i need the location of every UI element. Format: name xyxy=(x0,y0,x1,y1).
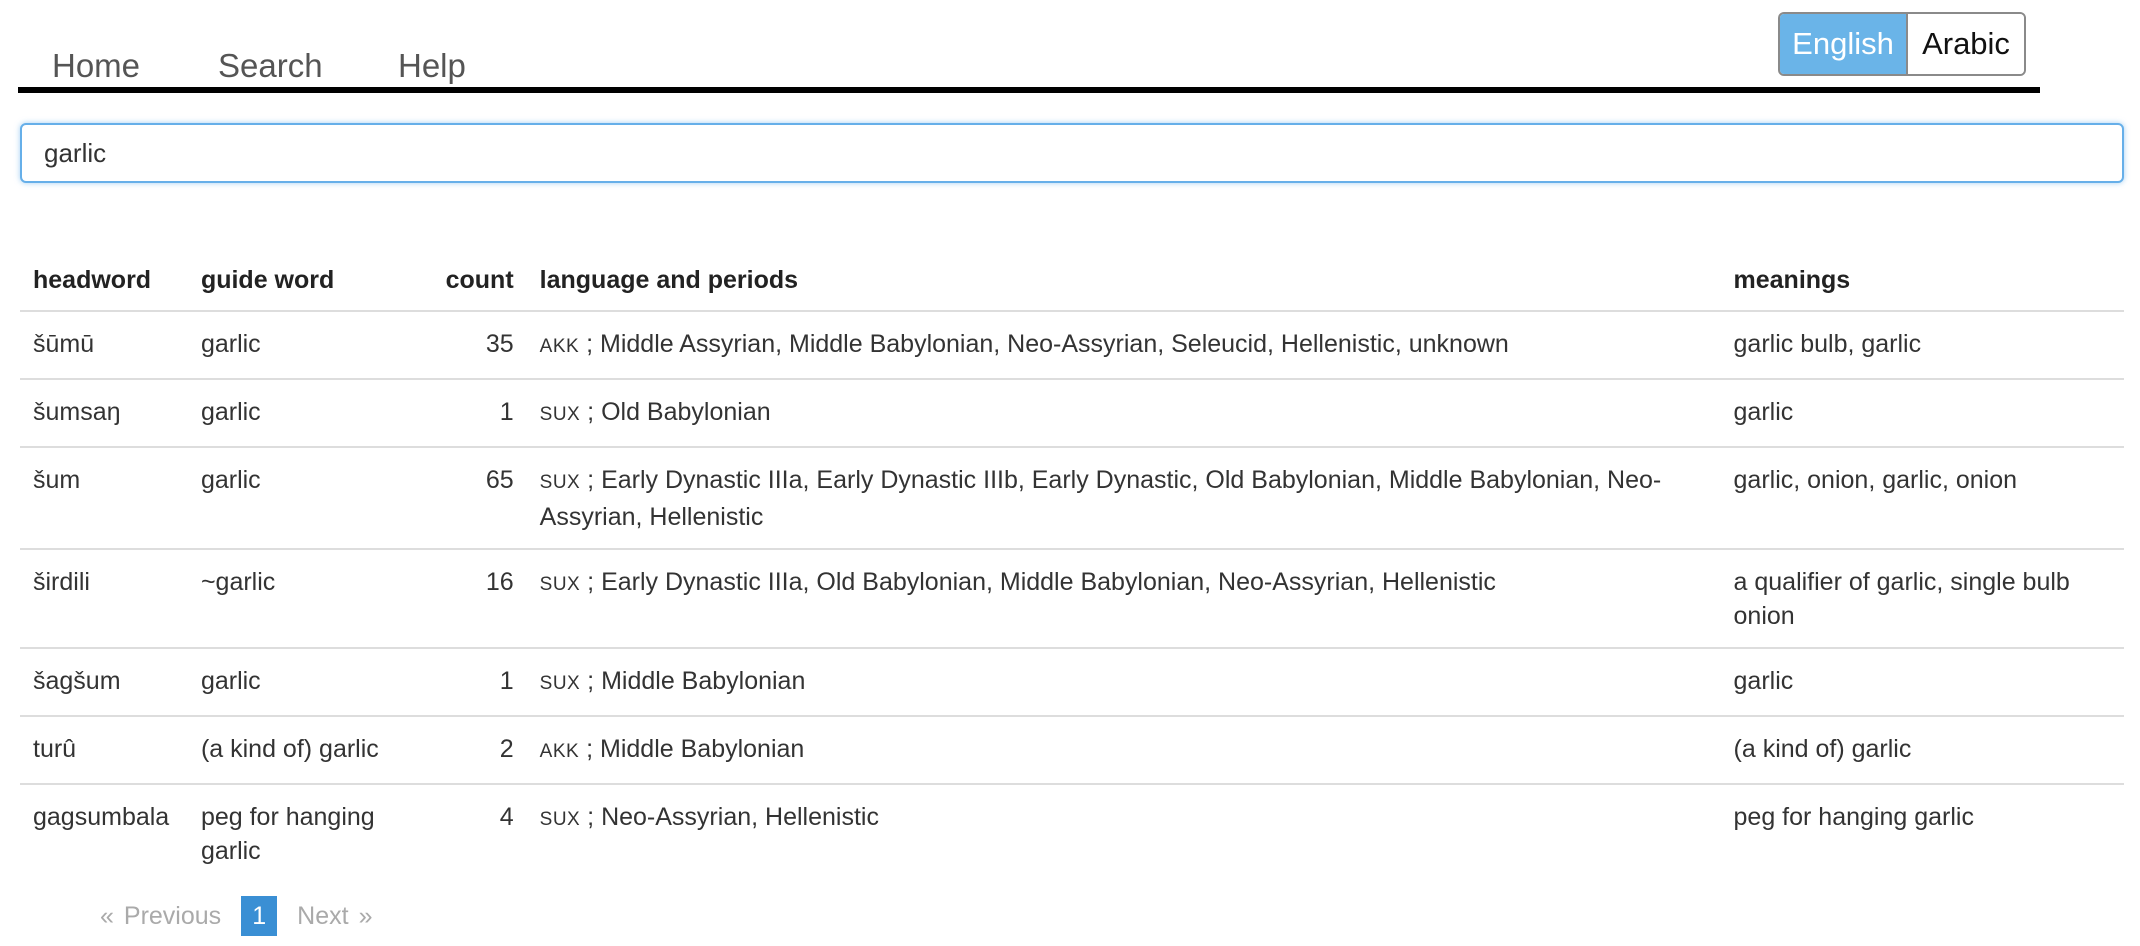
language-periods-cell: SUX ; Early Dynastic IIIa, Early Dynasti… xyxy=(526,447,1721,550)
meanings-cell: peg for hanging garlic xyxy=(1733,803,1974,831)
meanings-cell: (a kind of) garlic xyxy=(1720,716,2124,785)
nav-home-link[interactable]: Home xyxy=(52,46,140,86)
guide-word-cell: garlic xyxy=(187,648,429,717)
meanings-cell: garlic xyxy=(1720,648,2124,717)
language-code: AKK xyxy=(539,336,580,357)
table-row[interactable]: gagsumbala peg for hanging garlic 4 SUX … xyxy=(20,784,2124,882)
periods-text: ; Old Babylonian xyxy=(580,398,771,426)
english-button[interactable]: English xyxy=(1780,14,1908,74)
header-language-and-periods[interactable]: language and periods xyxy=(526,250,1721,312)
header-count[interactable]: count xyxy=(428,250,527,312)
guide-word-cell: (a kind of) garlic xyxy=(187,716,429,785)
next-page-button[interactable]: Next xyxy=(297,902,348,931)
previous-page-button[interactable]: Previous xyxy=(124,902,221,931)
headword-cell[interactable]: šūmū xyxy=(20,311,188,380)
next-arrow-icon: » xyxy=(358,901,373,930)
count-cell: 4 xyxy=(499,803,514,831)
meanings-cell: a qualifier of garlic, single bulb onion xyxy=(1720,549,2124,649)
meanings-cell: garlic, onion, garlic, onion xyxy=(1720,447,2124,550)
headword-cell[interactable]: širdili xyxy=(20,549,188,649)
language-periods-cell: SUX ; Neo-Assyrian, Hellenistic xyxy=(527,784,1721,882)
top-nav: Home Search Help xyxy=(18,0,2040,93)
language-periods-cell: AKK ; Middle Assyrian, Middle Babylonian… xyxy=(526,311,1721,380)
count-cell: 1 xyxy=(428,648,527,717)
count-cell: 16 xyxy=(428,549,527,649)
language-code: SUX xyxy=(539,809,581,830)
search-input[interactable] xyxy=(20,123,2124,183)
table-row[interactable]: šumsaŋ garlic 1 SUX ; Old Babylonian gar… xyxy=(20,379,2124,448)
periods-text: ; Middle Babylonian xyxy=(580,667,806,695)
language-code: SUX xyxy=(539,673,581,694)
language-code: SUX xyxy=(539,472,581,493)
guide-word-cell: peg for hanging garlic xyxy=(200,803,375,865)
count-cell: 2 xyxy=(428,716,527,785)
language-code: AKK xyxy=(539,741,580,762)
headword-cell[interactable]: turû xyxy=(20,716,188,785)
headword-cell[interactable]: gagsumbala xyxy=(20,784,188,882)
pagination: « Previous 1 Next » xyxy=(100,896,372,936)
count-cell: 65 xyxy=(428,447,527,550)
header-guide-word[interactable]: guide word xyxy=(187,250,429,312)
guide-word-cell: garlic xyxy=(187,447,429,550)
language-periods-cell: SUX ; Middle Babylonian xyxy=(526,648,1721,717)
headword-cell[interactable]: šumsaŋ xyxy=(20,379,188,448)
table-row[interactable]: šum garlic 65 SUX ; Early Dynastic IIIa,… xyxy=(20,447,2124,550)
headword-cell[interactable]: šagšum xyxy=(20,648,188,717)
meanings-cell: garlic xyxy=(1720,379,2124,448)
arabic-button[interactable]: Arabic xyxy=(1908,14,2024,74)
nav-search-link[interactable]: Search xyxy=(218,46,323,86)
guide-word-cell: garlic xyxy=(187,379,429,448)
periods-text: ; Early Dynastic IIIa, Old Babylonian, M… xyxy=(580,568,1496,596)
header-headword[interactable]: headword xyxy=(20,250,188,312)
language-periods-cell: SUX ; Early Dynastic IIIa, Old Babylonia… xyxy=(526,549,1721,649)
language-periods-cell: SUX ; Old Babylonian xyxy=(526,379,1721,448)
table-row[interactable]: turû (a kind of) garlic 2 AKK ; Middle B… xyxy=(20,716,2124,785)
periods-text: ; Middle Assyrian, Middle Babylonian, Ne… xyxy=(579,330,1509,358)
language-code: SUX xyxy=(539,404,581,425)
page: Home Search Help English Arabic headword… xyxy=(0,0,2140,946)
nav-help-link[interactable]: Help xyxy=(398,46,466,86)
meanings-cell: garlic bulb, garlic xyxy=(1720,311,2124,380)
headword-cell[interactable]: šum xyxy=(20,447,188,550)
table-row[interactable]: šūmū garlic 35 AKK ; Middle Assyrian, Mi… xyxy=(20,311,2124,380)
periods-text: ; Early Dynastic IIIa, Early Dynastic II… xyxy=(539,466,1662,531)
guide-word-cell: ~garlic xyxy=(187,549,429,649)
guide-word-cell: garlic xyxy=(187,311,429,380)
count-cell: 1 xyxy=(428,379,527,448)
header-meanings[interactable]: meanings xyxy=(1720,250,2124,312)
count-cell: 35 xyxy=(428,311,527,380)
periods-text: ; Neo-Assyrian, Hellenistic xyxy=(580,803,879,831)
periods-text: ; Middle Babylonian xyxy=(579,735,805,763)
results-table: headword guide word count language and p… xyxy=(20,250,2124,882)
previous-arrow-icon: « xyxy=(100,901,114,930)
table-row[interactable]: šagšum garlic 1 SUX ; Middle Babylonian … xyxy=(20,648,2124,717)
table-header-row: headword guide word count language and p… xyxy=(20,250,2124,312)
table-row[interactable]: širdili ~garlic 16 SUX ; Early Dynastic … xyxy=(20,549,2124,649)
language-periods-cell: AKK ; Middle Babylonian xyxy=(526,716,1721,785)
page-1-button[interactable]: 1 xyxy=(241,896,278,936)
language-code: SUX xyxy=(539,574,581,595)
language-toggle: English Arabic xyxy=(1778,12,2026,76)
